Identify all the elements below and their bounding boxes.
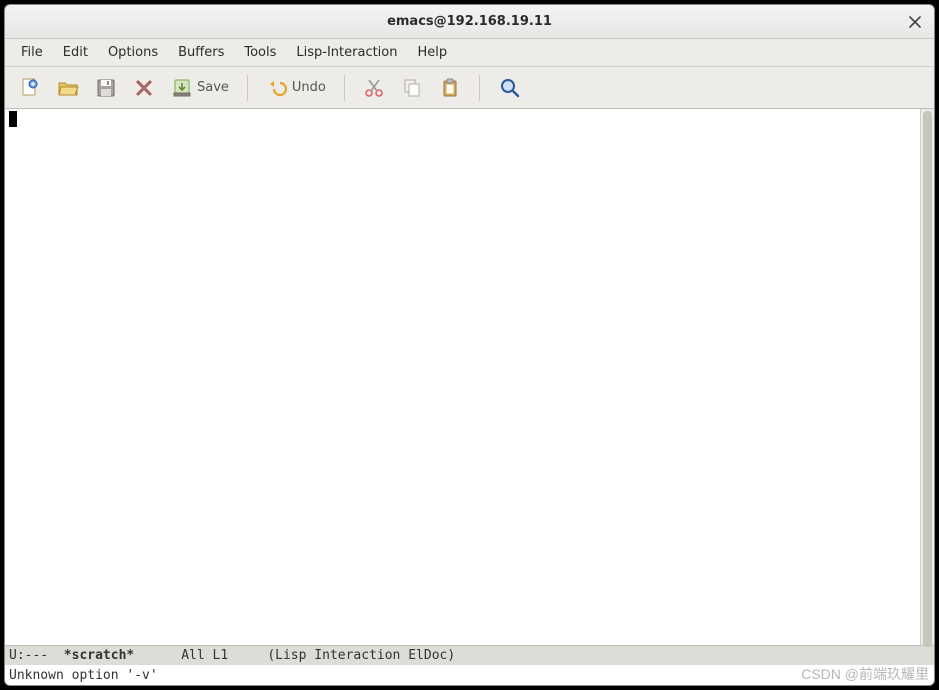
folder-open-icon [57, 77, 79, 99]
undo-button[interactable]: Undo [260, 73, 332, 103]
emacs-window: emacs@192.168.19.11 File Edit Options Bu… [4, 4, 935, 686]
titlebar: emacs@192.168.19.11 [5, 5, 934, 39]
menu-file[interactable]: File [11, 41, 53, 64]
toolbar-separator [479, 75, 480, 101]
toolbar-separator [344, 75, 345, 101]
modeline-state: U:--- [9, 648, 56, 663]
save-button[interactable]: Save [165, 73, 235, 103]
modeline-mode: (Lisp Interaction ElDoc) [267, 648, 455, 663]
close-buffer-button[interactable] [127, 73, 161, 103]
menu-options[interactable]: Options [98, 41, 168, 64]
scissors-icon [363, 77, 385, 99]
menu-tools[interactable]: Tools [234, 41, 286, 64]
editor-area [5, 109, 934, 645]
close-icon [909, 16, 921, 28]
copy-button[interactable] [395, 73, 429, 103]
window-title: emacs@192.168.19.11 [387, 14, 552, 29]
floppy-icon [95, 77, 117, 99]
toolbar-separator [247, 75, 248, 101]
copy-icon [401, 77, 423, 99]
echo-message: Unknown option '-v' [9, 668, 158, 683]
cut-button[interactable] [357, 73, 391, 103]
open-file-button[interactable] [51, 73, 85, 103]
modeline-position: All L1 [181, 648, 228, 663]
mode-line[interactable]: U:--- *scratch* All L1 (Lisp Interaction… [5, 645, 934, 665]
new-file-button[interactable] [13, 73, 47, 103]
x-icon [133, 77, 155, 99]
vertical-scrollbar[interactable] [920, 109, 934, 645]
search-button[interactable] [492, 72, 528, 104]
buffer-area[interactable] [5, 109, 920, 645]
undo-button-label: Undo [292, 80, 326, 95]
save-button-label: Save [197, 80, 229, 95]
scrollbar-thumb[interactable] [923, 111, 932, 647]
clipboard-icon [439, 77, 461, 99]
new-file-icon [19, 77, 41, 99]
window-close-button[interactable] [906, 13, 924, 31]
menu-buffers[interactable]: Buffers [168, 41, 234, 64]
modeline-gap [228, 648, 267, 663]
save-as-button[interactable] [89, 73, 123, 103]
text-cursor [9, 111, 17, 127]
echo-area[interactable]: Unknown option '-v' [5, 665, 934, 685]
menu-edit[interactable]: Edit [53, 41, 98, 64]
undo-icon [266, 77, 288, 99]
modeline-buffer: *scratch* [56, 648, 134, 663]
search-icon [498, 76, 522, 100]
toolbar: Save Undo [5, 67, 934, 109]
modeline-gap [134, 648, 181, 663]
menu-lisp-interaction[interactable]: Lisp-Interaction [286, 41, 407, 64]
menu-help[interactable]: Help [408, 41, 458, 64]
save-icon [171, 77, 193, 99]
menubar: File Edit Options Buffers Tools Lisp-Int… [5, 39, 934, 67]
paste-button[interactable] [433, 73, 467, 103]
